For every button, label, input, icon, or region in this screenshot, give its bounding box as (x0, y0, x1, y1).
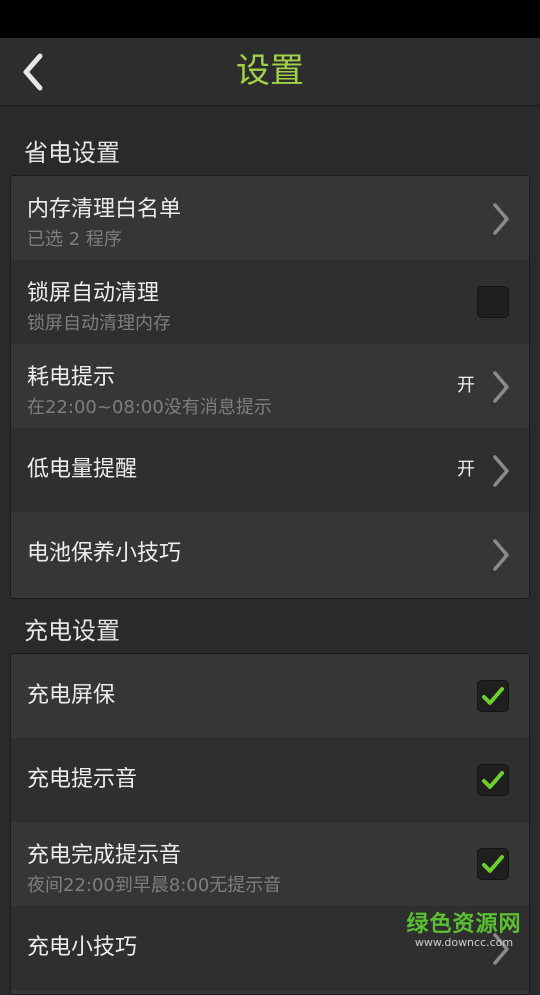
row-title: 耗电提示 (27, 365, 116, 390)
charging-screensaver-row[interactable]: 充电屏保 (11, 654, 529, 738)
check-icon (482, 855, 504, 873)
chevron-right-icon (493, 371, 509, 403)
lockscreen-clean-row[interactable]: 锁屏自动清理 锁屏自动清理内存 (11, 260, 529, 344)
low-battery-row[interactable]: 低电量提醒 开 (11, 428, 529, 512)
section-header-charging: 充电设置 (24, 617, 120, 645)
power-saving-group: 内存清理白名单 已选 2 程序 锁屏自动清理 锁屏自动清理内存 耗电提示 在22… (10, 175, 530, 599)
chevron-right-icon (493, 203, 509, 235)
charging-group: 充电屏保 充电提示音 充电完成提示音 夜间22:00到早晨8:00无提示音 充电… (10, 653, 530, 995)
chevron-right-icon (493, 455, 509, 487)
row-subtitle: 锁屏自动清理内存 (27, 313, 171, 334)
state-label: 开 (457, 375, 475, 396)
chevron-right-icon (493, 539, 509, 571)
battery-tips-row[interactable]: 电池保养小技巧 (11, 512, 529, 596)
section-header-power-saving: 省电设置 (24, 139, 120, 167)
page-title: 设置 (236, 51, 304, 91)
charging-sound-row[interactable]: 充电提示音 (11, 738, 529, 822)
row-title: 充电小技巧 (27, 935, 138, 960)
charging-complete-sound-checkbox[interactable] (477, 848, 509, 880)
back-button[interactable] (14, 50, 58, 94)
row-subtitle: 已选 2 程序 (27, 229, 122, 250)
row-subtitle: 在22:00~08:00没有消息提示 (27, 397, 272, 418)
charging-sound-checkbox[interactable] (477, 764, 509, 796)
whitelist-row[interactable]: 内存清理白名单 已选 2 程序 (11, 176, 529, 260)
row-title: 充电屏保 (27, 683, 116, 708)
charging-tips-row[interactable]: 充电小技巧 (11, 906, 529, 990)
title-bar: 设置 (0, 38, 540, 106)
chevron-left-icon (23, 53, 43, 91)
chevron-right-icon (493, 933, 509, 965)
charging-screensaver-checkbox[interactable] (477, 680, 509, 712)
row-title: 充电提示音 (27, 767, 138, 792)
power-alert-row[interactable]: 耗电提示 在22:00~08:00没有消息提示 开 (11, 344, 529, 428)
check-icon (482, 687, 504, 705)
row-subtitle: 夜间22:00到早晨8:00无提示音 (27, 875, 282, 896)
lockscreen-clean-checkbox[interactable] (477, 286, 509, 318)
row-title: 充电完成提示音 (27, 843, 182, 868)
check-icon (482, 771, 504, 789)
charging-complete-sound-row[interactable]: 充电完成提示音 夜间22:00到早晨8:00无提示音 (11, 822, 529, 906)
row-title: 内存清理白名单 (27, 197, 182, 222)
row-title: 电池保养小技巧 (27, 541, 182, 566)
state-label: 开 (457, 459, 475, 480)
status-bar (0, 0, 540, 38)
row-title: 低电量提醒 (27, 457, 138, 482)
row-title: 锁屏自动清理 (27, 281, 160, 306)
